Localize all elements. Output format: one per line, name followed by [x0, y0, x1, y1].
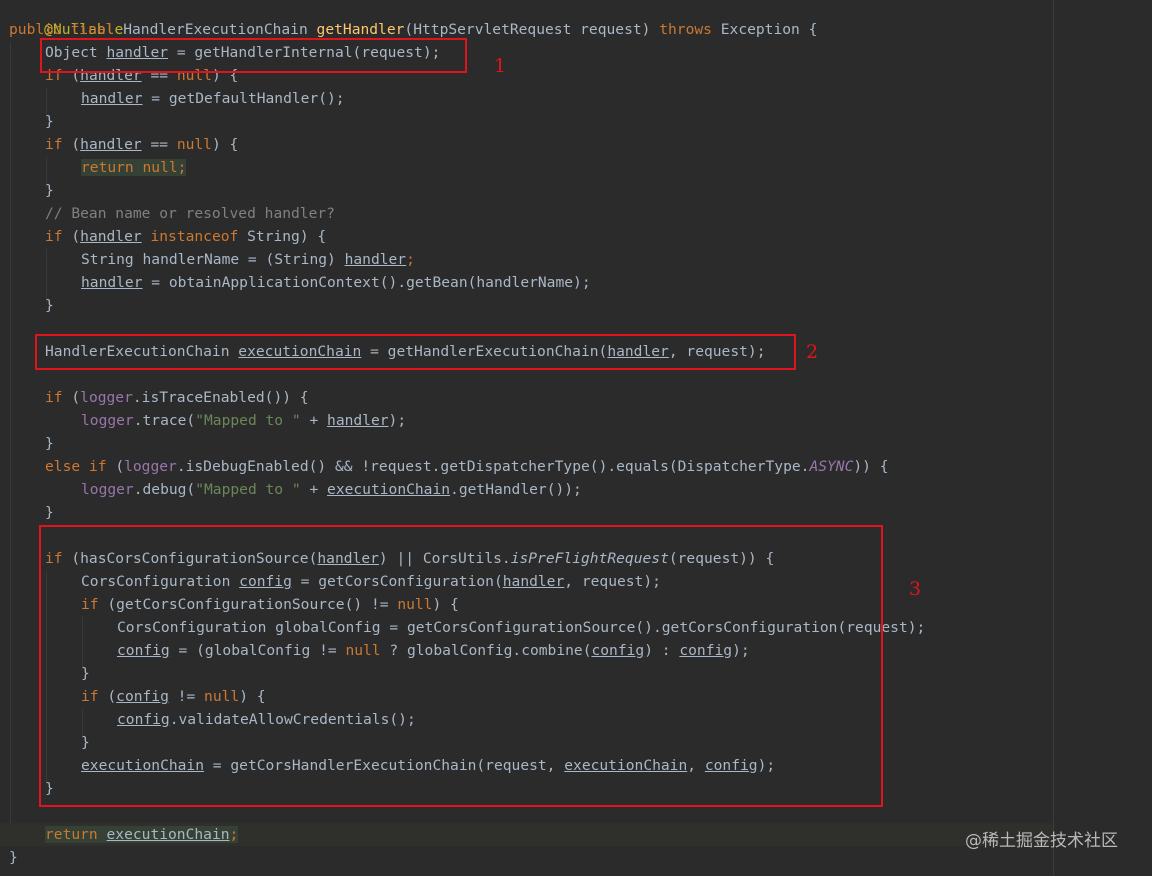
string-literal: "Mapped to " — [195, 412, 301, 429]
code-line[interactable]: // Bean name or resolved handler? — [45, 202, 335, 225]
params: (HttpServletRequest request) — [404, 21, 651, 38]
field-logger: logger — [80, 389, 133, 406]
field-logger: logger — [124, 458, 177, 475]
code-line[interactable]: if (handler instanceof String) { — [45, 225, 326, 248]
keyword: null — [142, 159, 178, 176]
keyword: if — [88, 458, 107, 475]
token: == — [141, 136, 177, 153]
brace: } — [45, 504, 54, 521]
brace: } — [45, 182, 54, 199]
token: .isTraceEnabled()) { — [132, 389, 309, 406]
var-execution-chain: executionChain — [106, 826, 230, 843]
brace: } — [45, 297, 54, 314]
token: .debug( — [133, 481, 196, 498]
token: )) { — [853, 458, 889, 475]
keyword: return — [45, 826, 98, 843]
field-logger: logger — [81, 481, 134, 498]
code-line[interactable]: handler = getDefaultHandler(); — [81, 87, 345, 110]
code-line[interactable]: return null; — [81, 156, 187, 179]
callout-box-3 — [39, 525, 883, 807]
string-literal: "Mapped to " — [195, 481, 301, 498]
watermark: @稀土掘金技术社区 — [965, 831, 1118, 851]
token: ( — [62, 228, 81, 245]
token: ; — [406, 251, 415, 268]
callout-box-2 — [35, 334, 796, 370]
code-line[interactable]: } — [45, 294, 54, 317]
token: ) { — [211, 136, 239, 153]
token: ( — [106, 458, 125, 475]
static-field: ASYNC — [809, 458, 854, 475]
comment: // Bean name or resolved handler? — [45, 205, 335, 222]
code-line[interactable]: String handlerName = (String) handler; — [81, 248, 415, 271]
token: .isDebugEnabled() && !request.getDispatc… — [176, 458, 810, 475]
code-line[interactable]: } — [45, 110, 54, 133]
var-handler: handler — [80, 136, 142, 153]
token: ); — [388, 412, 407, 429]
code-line[interactable]: logger.debug("Mapped to " + executionCha… — [81, 478, 582, 501]
token: .getHandler()); — [450, 481, 582, 498]
var-handler: handler — [327, 412, 389, 429]
token: + — [300, 481, 328, 498]
code-line[interactable]: @Nullable — [9, 0, 123, 38]
brace: } — [9, 849, 18, 866]
code-line[interactable]: if (logger.isTraceEnabled()) { — [45, 386, 309, 409]
code-editor[interactable]: @Nullable public final HandlerExecutionC… — [0, 0, 1152, 876]
code-line[interactable]: logger.trace("Mapped to " + handler); — [81, 409, 406, 432]
code-line[interactable]: } — [45, 179, 54, 202]
token: ( — [62, 389, 81, 406]
token: .trace( — [133, 412, 196, 429]
code-line[interactable]: } — [45, 432, 54, 455]
method-name: getHandler — [316, 21, 405, 38]
keyword: instanceof — [150, 228, 239, 245]
keyword: if — [45, 228, 63, 245]
token: = getDefaultHandler(); — [142, 90, 345, 107]
token: ( — [62, 136, 81, 153]
var-execution-chain: executionChain — [327, 481, 451, 498]
var-handler: handler — [81, 90, 143, 107]
callout-number-2: 2 — [806, 341, 819, 363]
token: ; — [229, 826, 239, 843]
keyword: return — [81, 159, 134, 176]
token: ; — [177, 159, 187, 176]
callout-box-1 — [40, 38, 467, 73]
token: String) { — [238, 228, 327, 245]
indent-guide — [10, 42, 11, 842]
token: + — [300, 412, 328, 429]
return-type: HandlerExecutionChain — [123, 21, 308, 38]
code-line[interactable]: return executionChain; — [45, 823, 239, 846]
var-handler: handler — [344, 251, 407, 268]
code-line[interactable]: else if (logger.isDebugEnabled() && !req… — [45, 455, 889, 478]
brace: } — [45, 435, 54, 452]
code-line[interactable]: } — [45, 501, 54, 524]
brace: } — [45, 113, 54, 130]
keyword: if — [45, 389, 63, 406]
callout-number-3: 3 — [909, 578, 922, 600]
var-handler: handler — [80, 228, 142, 245]
var-handler: handler — [81, 274, 143, 291]
code-line[interactable]: if (handler == null) { — [45, 133, 238, 156]
keyword: else — [45, 458, 81, 475]
modifiers: public final — [9, 21, 115, 38]
right-margin-guide — [1053, 0, 1054, 876]
code-line[interactable]: } — [9, 846, 18, 869]
exception: Exception { — [720, 21, 818, 38]
field-logger: logger — [81, 412, 134, 429]
keyword: if — [45, 136, 63, 153]
callout-number-1: 1 — [494, 55, 507, 77]
keyword: null — [176, 136, 212, 153]
token: String handlerName = (String) — [81, 251, 345, 268]
code-line[interactable]: handler = obtainApplicationContext().get… — [81, 271, 591, 294]
token: = obtainApplicationContext().getBean(han… — [142, 274, 591, 291]
throws-keyword: throws — [659, 21, 712, 38]
